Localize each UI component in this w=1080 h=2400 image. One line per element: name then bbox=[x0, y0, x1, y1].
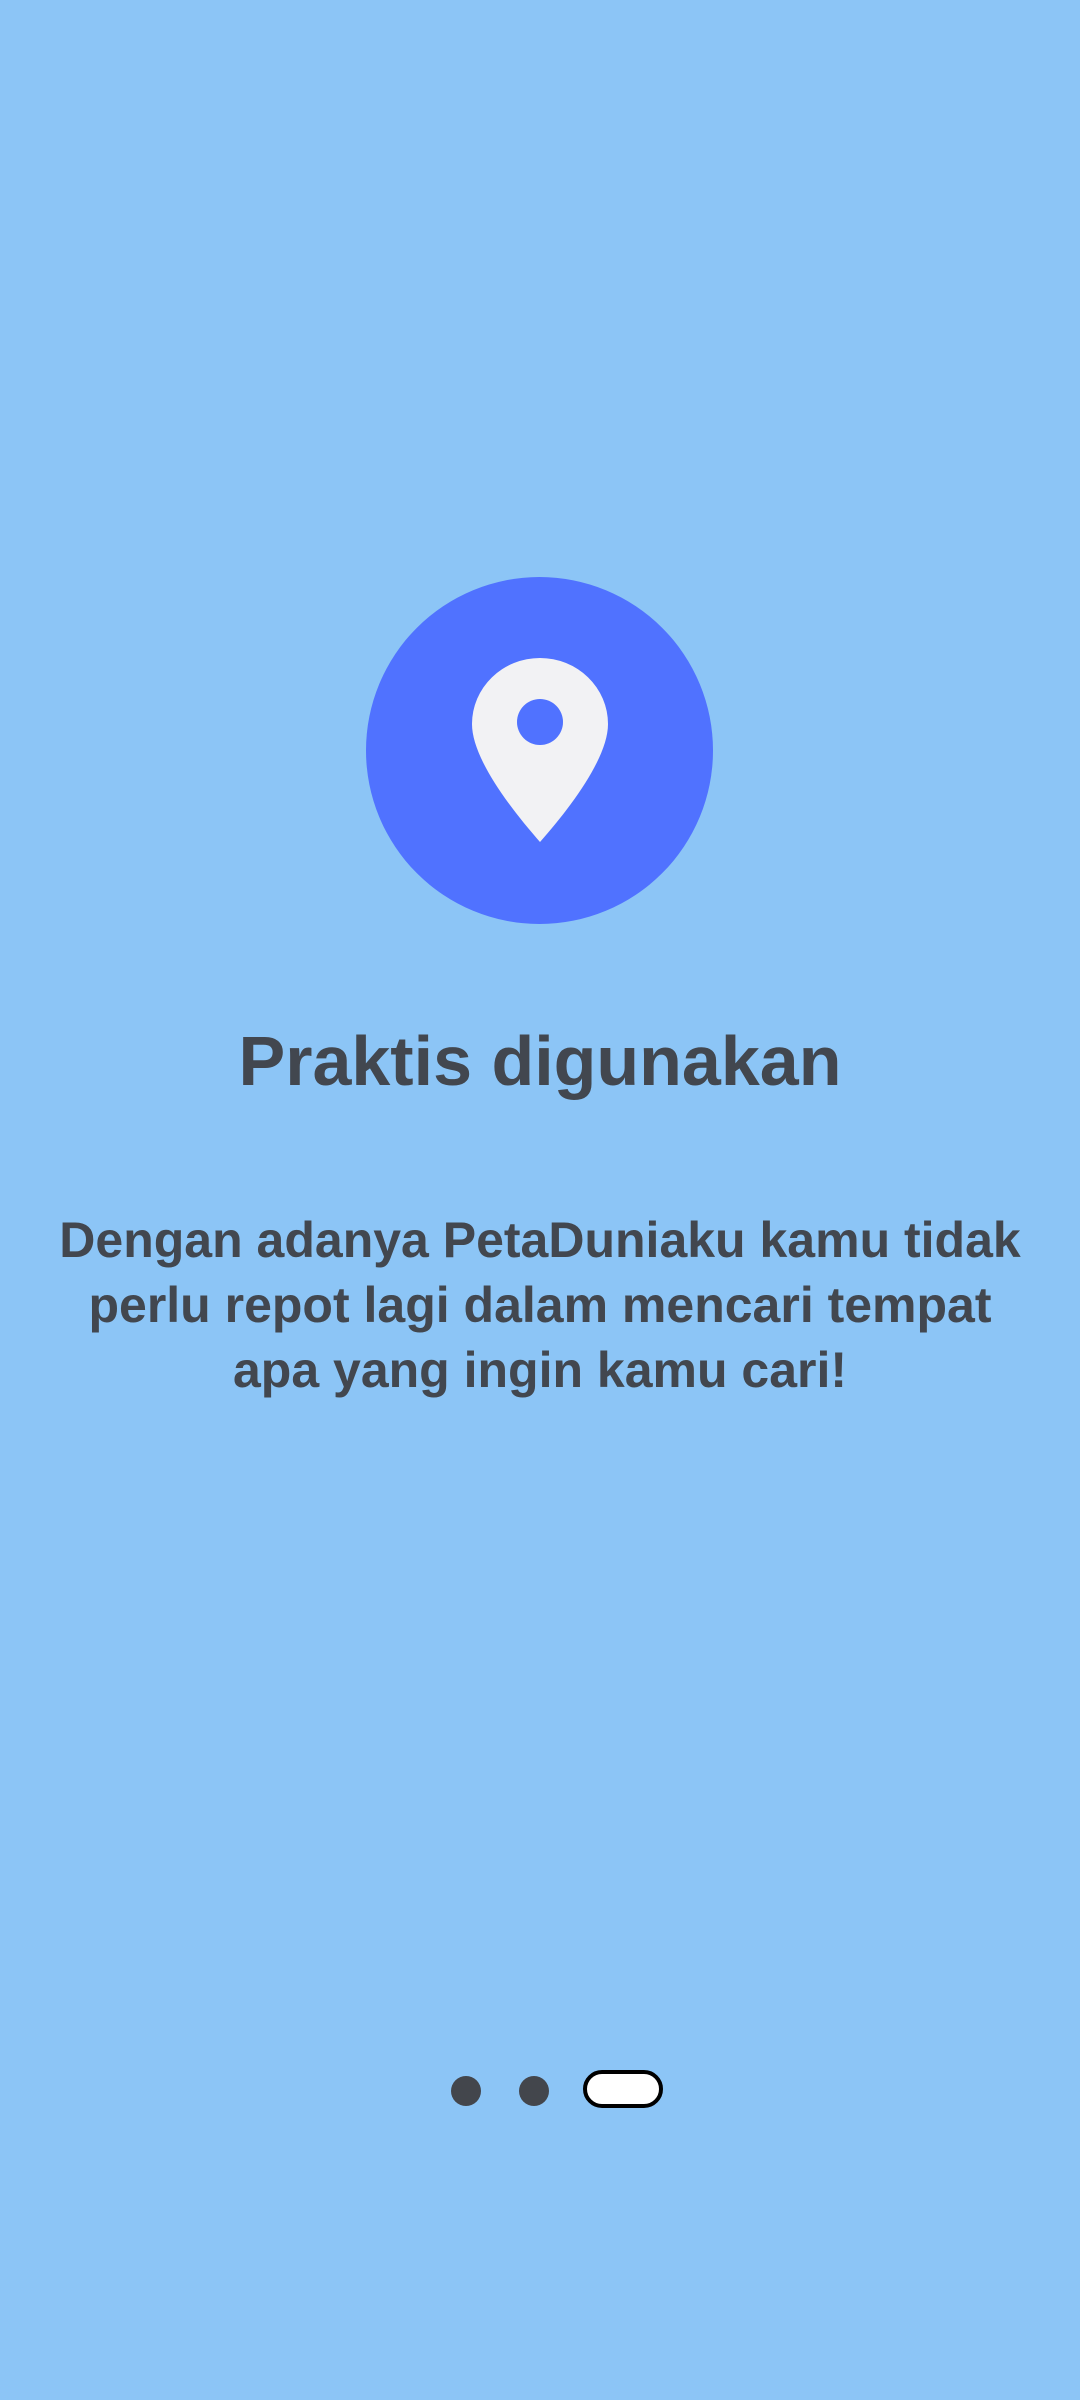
page-description: Dengan adanya PetaDuniaku kamu tidak per… bbox=[59, 1212, 1021, 1398]
page-dot-2[interactable] bbox=[519, 2076, 549, 2106]
page-dot-1[interactable] bbox=[451, 2076, 481, 2106]
onboarding-screen: Praktis digunakan Dengan adanya PetaDuni… bbox=[0, 0, 1080, 2400]
pin-shape bbox=[471, 657, 608, 842]
page-title: Praktis digunakan bbox=[238, 1022, 842, 1100]
pin-hole bbox=[516, 698, 563, 745]
location-pin-icon bbox=[471, 657, 608, 842]
icon-circle bbox=[366, 577, 713, 924]
page-dot-3-active[interactable] bbox=[583, 2070, 663, 2108]
page-indicator bbox=[0, 2070, 1080, 2110]
